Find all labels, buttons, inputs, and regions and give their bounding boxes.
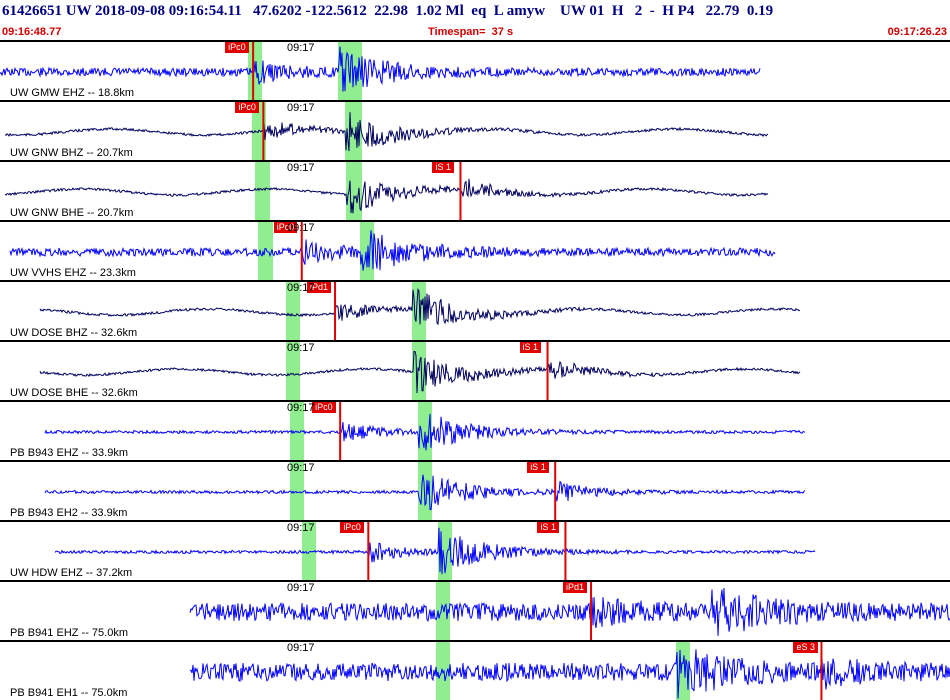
waveform-plot xyxy=(54,522,816,580)
time-tick: 09:17 xyxy=(287,222,315,234)
waveform-trace xyxy=(54,527,816,575)
pick-label[interactable]: iPc0 xyxy=(340,522,364,533)
pick-label[interactable]: iS 1 xyxy=(432,162,454,173)
waveform-plot xyxy=(39,342,801,400)
trace-panel[interactable]: iPc0 09:17 UW GMW EHZ -- 18.8km xyxy=(0,40,950,100)
time-tick: 09:17 xyxy=(287,162,315,174)
trace-panel[interactable]: eS 3 09:17 PB B941 EH1 -- 75.0km xyxy=(0,640,950,700)
channel-label: UW DOSE BHZ -- 32.6km xyxy=(10,327,138,339)
trace-panel[interactable]: iPc0 iS 1 09:17 UW HDW EHZ -- 37.2km xyxy=(0,520,950,580)
trace-panel[interactable]: iS 1 09:17 UW GNW BHE -- 20.7km xyxy=(0,160,950,220)
time-tick: 09:17 xyxy=(287,642,315,654)
channel-label: UW HDW EHZ -- 37.2km xyxy=(10,567,133,579)
waveform-plot xyxy=(0,42,761,100)
waveform-plot xyxy=(4,102,769,160)
end-time: 09:17:26.23 xyxy=(887,26,947,38)
channel-label: UW GMW EHZ -- 18.8km xyxy=(10,87,135,99)
waveform-plot xyxy=(44,462,806,520)
timespan: Timespan= 37 s xyxy=(428,26,514,38)
time-tick: 09:17 xyxy=(287,42,315,54)
time-tick: 09:17 xyxy=(287,282,315,294)
channel-label: UW VVHS EHZ -- 23.3km xyxy=(10,267,136,279)
waveform-plot xyxy=(189,582,950,640)
time-tick: 09:17 xyxy=(287,102,315,114)
pick-label[interactable]: iPc0 xyxy=(225,42,249,53)
channel-label: PB B941 EH1 -- 75.0km xyxy=(10,687,128,699)
pick-label[interactable]: iPc0 xyxy=(312,402,336,413)
waveform-plot xyxy=(39,282,801,340)
time-tick: 09:17 xyxy=(287,402,315,414)
time-tick: 09:17 xyxy=(287,582,315,594)
channel-label: UW GNW BHE -- 20.7km xyxy=(10,207,134,219)
pick-label[interactable]: iPc0 xyxy=(235,102,259,113)
channel-label: UW DOSE BHE -- 32.6km xyxy=(10,387,138,399)
header: 61426651 UW 2018-09-08 09:16:54.11 47.62… xyxy=(0,0,950,26)
waveform-plot xyxy=(9,222,776,280)
trace-panel[interactable]: iS 1 09:17 PB B943 EH2 -- 33.9km xyxy=(0,460,950,520)
trace-panel[interactable]: iPd1 09:17 UW DOSE BHZ -- 32.6km xyxy=(0,280,950,340)
pick-label[interactable]: iPd1 xyxy=(563,582,588,593)
trace-panel[interactable]: iPc0 09:17 PB B943 EHZ -- 33.9km xyxy=(0,400,950,460)
waveform-trace xyxy=(9,230,776,271)
phase-window xyxy=(418,462,432,520)
waveform-trace xyxy=(189,587,950,636)
trace-panel[interactable]: iS 1 09:17 UW DOSE BHE -- 32.6km xyxy=(0,340,950,400)
channel-label: PB B943 EHZ -- 33.9km xyxy=(10,447,128,459)
pick-label[interactable]: iS 1 xyxy=(527,462,549,473)
channel-label: PB B943 EH2 -- 33.9km xyxy=(10,507,128,519)
pick-label[interactable]: eS 3 xyxy=(793,642,818,653)
event-title: 61426651 UW 2018-09-08 09:16:54.11 47.62… xyxy=(2,3,774,19)
start-time: 09:16:48.77 xyxy=(2,26,62,38)
waveform-trace xyxy=(0,46,761,92)
waveform-plot xyxy=(4,162,769,220)
time-tick: 09:17 xyxy=(287,522,315,534)
waveform-trace xyxy=(4,112,769,152)
phase-window xyxy=(255,162,270,220)
channel-label: UW GNW BHZ -- 20.7km xyxy=(10,147,133,159)
trace-panel[interactable]: iPd1 09:17 PB B941 EHZ -- 75.0km xyxy=(0,580,950,640)
trace-panel[interactable]: iPc0 09:17 UW GNW BHZ -- 20.7km xyxy=(0,100,950,160)
channel-label: PB B941 EHZ -- 75.0km xyxy=(10,627,128,639)
time-tick: 09:17 xyxy=(287,342,315,354)
time-tick: 09:17 xyxy=(287,462,315,474)
pick-label[interactable]: iS 1 xyxy=(537,522,559,533)
waveform-plot xyxy=(44,402,806,460)
trace-panel[interactable]: iPc0 09:17 UW VVHS EHZ -- 23.3km xyxy=(0,220,950,280)
pick-label[interactable]: iS 1 xyxy=(519,342,542,353)
waveform-trace xyxy=(189,649,950,699)
